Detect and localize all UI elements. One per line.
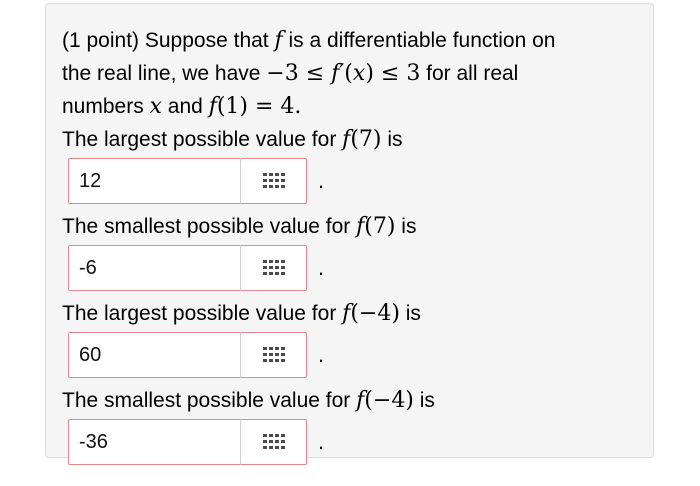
question-suffix: is xyxy=(413,389,435,412)
problem-line-1: (1 point) Suppose that f is a differenti… xyxy=(62,24,653,57)
answer-row-3: 60 . xyxy=(68,332,653,380)
answer-row-2: -6 . xyxy=(68,245,653,293)
keypad-grid-icon xyxy=(262,347,285,362)
math-arg: (7) xyxy=(364,214,396,239)
keypad-button-3[interactable] xyxy=(240,332,307,378)
question-text: The smallest possible value for xyxy=(62,215,357,238)
math-f: f xyxy=(274,28,283,53)
math-paren: ( xyxy=(344,61,353,86)
answer-input-2[interactable]: -6 xyxy=(68,245,240,291)
math-x: x xyxy=(149,94,162,119)
keypad-button-2[interactable] xyxy=(240,245,307,291)
math-arg: (−4) xyxy=(350,301,400,326)
answer-input-1[interactable]: 12 xyxy=(68,158,240,204)
question-4: The smallest possible value for f(−4) is xyxy=(62,384,653,417)
problem-text: for all real xyxy=(420,62,519,85)
question-1: The largest possible value for f(7) is xyxy=(62,123,653,156)
math-inequality: −3 ≤ xyxy=(266,61,332,86)
problem-card: (1 point) Suppose that f is a differenti… xyxy=(45,3,654,465)
math-arg: (7) xyxy=(350,127,382,152)
question-2: The smallest possible value for f(7) is xyxy=(62,210,653,243)
answer-input-3[interactable]: 60 xyxy=(68,332,240,378)
period: . xyxy=(318,429,325,454)
keypad-button-4[interactable] xyxy=(240,419,307,465)
keypad-grid-icon xyxy=(262,434,285,449)
problem-text: the real line, we have xyxy=(62,62,267,85)
math-condition: (1) = 4. xyxy=(216,94,302,119)
answer-input-4[interactable]: -36 xyxy=(68,419,240,465)
period: . xyxy=(318,342,325,367)
answer-row-1: 12 . xyxy=(68,158,653,206)
question-suffix: is xyxy=(381,128,403,151)
question-text: The largest possible value for xyxy=(62,128,343,151)
problem-line-2: the real line, we have −3 ≤ f′(x) ≤ 3 fo… xyxy=(62,57,653,90)
problem-text: is a differentiable function on xyxy=(282,29,556,52)
keypad-grid-icon xyxy=(262,173,285,188)
math-arg: (−4) xyxy=(364,388,414,413)
question-suffix: is xyxy=(399,302,421,325)
problem-text: numbers xyxy=(62,95,150,118)
math-inequality-end: ) ≤ 3 xyxy=(365,61,421,86)
keypad-button-1[interactable] xyxy=(240,158,307,204)
math-x: x xyxy=(352,61,366,86)
period: . xyxy=(318,255,325,280)
period: . xyxy=(318,168,325,193)
question-text: The largest possible value for xyxy=(62,302,343,325)
keypad-grid-icon xyxy=(262,260,285,275)
problem-text: and xyxy=(161,95,209,118)
answer-row-4: -36 . xyxy=(68,419,653,467)
problem-text: (1 point) Suppose that xyxy=(62,29,275,52)
math-f: f xyxy=(208,94,217,119)
problem-line-3: numbers x and f(1) = 4. xyxy=(62,90,653,123)
question-3: The largest possible value for f(−4) is xyxy=(62,297,653,330)
question-suffix: is xyxy=(395,215,417,238)
question-text: The smallest possible value for xyxy=(62,389,357,412)
math-fprime: f′ xyxy=(331,61,345,86)
